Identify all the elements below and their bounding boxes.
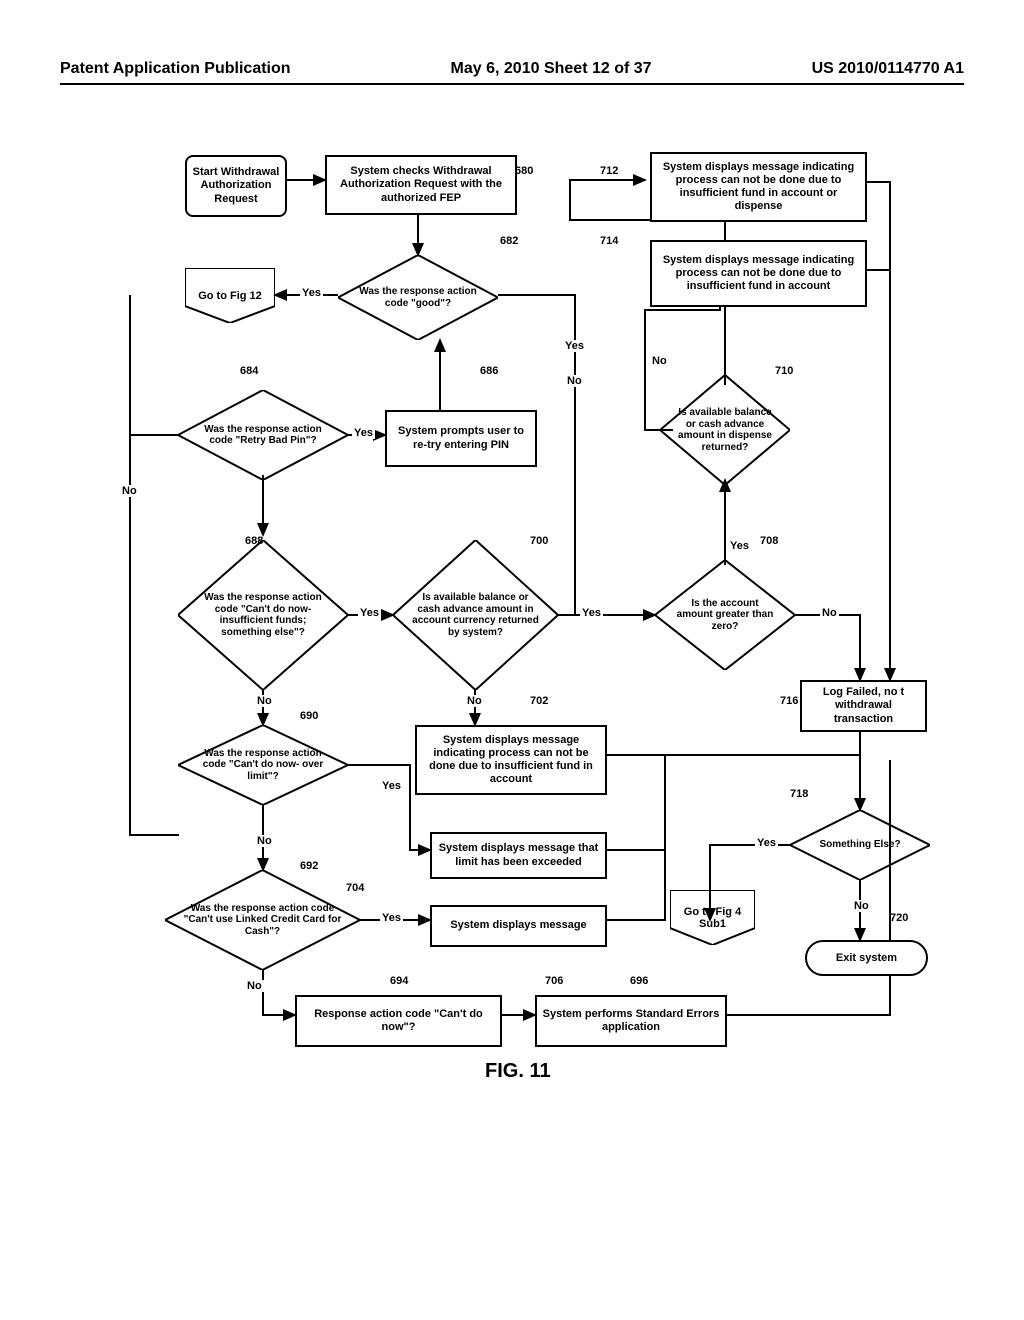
- node-680: System checks Withdrawal Authorization R…: [325, 155, 517, 215]
- ref-692: 692: [300, 860, 318, 872]
- figure-label: FIG. 11: [485, 1060, 551, 1083]
- node-704: System displays message that limit has b…: [430, 832, 607, 879]
- edge-yes-684: Yes: [352, 427, 375, 439]
- ref-696: 696: [630, 975, 648, 987]
- node-718-text: Something Else?: [801, 839, 918, 851]
- start-node: Start Withdrawal Authorization Request: [185, 155, 287, 217]
- ref-684: 684: [240, 365, 258, 377]
- node-710-text: Is available balance or cash advance amo…: [660, 407, 790, 453]
- edge-no-700: No: [465, 695, 484, 707]
- ref-686: 686: [480, 365, 498, 377]
- node-692: Was the response action code "Can't use …: [165, 870, 360, 970]
- ref-702: 702: [530, 695, 548, 707]
- edge-no-692: No: [245, 980, 264, 992]
- node-690-text: Was the response action code "Can't do n…: [178, 748, 348, 783]
- node-700-text: Is available balance or cash advance amo…: [393, 592, 558, 638]
- edge-no-684: No: [120, 485, 139, 497]
- edge-yes-708: Yes: [728, 540, 751, 552]
- node-702-text: System displays message indicating proce…: [421, 734, 601, 787]
- edge-yes-710: Yes: [563, 340, 586, 352]
- node-702: System displays message indicating proce…: [415, 725, 607, 795]
- edge-yes-700: Yes: [580, 607, 603, 619]
- node-706: System displays message: [430, 905, 607, 947]
- ref-700: 700: [530, 535, 548, 547]
- edge-no-710: No: [650, 355, 669, 367]
- node-720: Exit system: [805, 940, 928, 976]
- flowchart: Start Withdrawal Authorization Request S…: [100, 140, 920, 1240]
- ref-718: 718: [790, 788, 808, 800]
- edge-no-690: No: [255, 835, 274, 847]
- node-716: Log Failed, no t withdrawal transaction: [800, 680, 927, 732]
- node-714: System displays message indicating proce…: [650, 240, 867, 307]
- edge-yes-682: Yes: [300, 287, 323, 299]
- node-700: Is available balance or cash advance amo…: [393, 540, 558, 690]
- node-682: Was the response action code "good"?: [338, 255, 498, 340]
- node-692-text: Was the response action code "Can't use …: [165, 903, 360, 938]
- ref-712: 712: [600, 165, 618, 177]
- node-712-text: System displays message indicating proce…: [656, 161, 861, 214]
- ref-706: 706: [545, 975, 563, 987]
- edge-no-688: No: [255, 695, 274, 707]
- goto12-text: Go to Fig 12: [198, 290, 262, 302]
- node-710: Is available balance or cash advance amo…: [660, 375, 790, 485]
- header-right: US 2010/0114770 A1: [812, 60, 964, 78]
- edge-yes-692: Yes: [380, 912, 403, 924]
- node-696-text: System performs Standard Errors applicat…: [541, 1008, 721, 1034]
- node-684: Was the response action code "Retry Bad …: [178, 390, 348, 480]
- edge-no-682: No: [565, 375, 584, 387]
- ref-682: 682: [500, 235, 518, 247]
- ref-708: 708: [760, 535, 778, 547]
- header-center: May 6, 2010 Sheet 12 of 37: [451, 60, 652, 78]
- node-682-text: Was the response action code "good"?: [338, 286, 498, 309]
- node-686: System prompts user to re-try entering P…: [385, 410, 537, 467]
- node-694: Response action code "Can't do now"?: [295, 995, 502, 1047]
- ref-694: 694: [390, 975, 408, 987]
- ref-720: 720: [890, 912, 908, 924]
- node-684-text: Was the response action code "Retry Bad …: [178, 424, 348, 447]
- node-716-text: Log Failed, no t withdrawal transaction: [806, 686, 921, 726]
- node-708-text: Is the account amount greater than zero?: [655, 598, 795, 633]
- ref-716: 716: [780, 695, 798, 707]
- ref-680: 680: [515, 165, 533, 177]
- header-left: Patent Application Publication: [60, 60, 291, 78]
- edge-no-708: No: [820, 607, 839, 619]
- ref-710: 710: [775, 365, 793, 377]
- goto-fig4: Go to Fig 4 Sub1: [670, 890, 755, 945]
- node-704-text: System displays message that limit has b…: [436, 842, 601, 868]
- node-680-text: System checks Withdrawal Authorization R…: [331, 165, 511, 205]
- node-686-text: System prompts user to re-try entering P…: [391, 425, 531, 451]
- node-708: Is the account amount greater than zero?: [655, 560, 795, 670]
- page-header: Patent Application Publication May 6, 20…: [60, 60, 964, 85]
- node-694-text: Response action code "Can't do now"?: [301, 1008, 496, 1034]
- edge-yes-718: Yes: [755, 837, 778, 849]
- edge-yes-688: Yes: [358, 607, 381, 619]
- edge-no-718: No: [852, 900, 871, 912]
- node-720-text: Exit system: [836, 952, 897, 964]
- ref-714: 714: [600, 235, 618, 247]
- edge-yes-690: Yes: [380, 780, 403, 792]
- node-688-text: Was the response action code "Can't do n…: [178, 592, 348, 638]
- goto4-text: Go to Fig 4 Sub1: [670, 906, 755, 930]
- ref-688: 688: [245, 535, 263, 547]
- node-696: System performs Standard Errors applicat…: [535, 995, 727, 1047]
- node-706-text: System displays message: [450, 919, 586, 932]
- goto-fig12: Go to Fig 12: [185, 268, 275, 323]
- ref-690: 690: [300, 710, 318, 722]
- node-690: Was the response action code "Can't do n…: [178, 725, 348, 805]
- start-text: Start Withdrawal Authorization Request: [191, 166, 281, 206]
- node-714-text: System displays message indicating proce…: [656, 254, 861, 294]
- node-712: System displays message indicating proce…: [650, 152, 867, 222]
- node-688: Was the response action code "Can't do n…: [178, 540, 348, 690]
- node-718: Something Else?: [790, 810, 930, 880]
- ref-704: 704: [346, 882, 364, 894]
